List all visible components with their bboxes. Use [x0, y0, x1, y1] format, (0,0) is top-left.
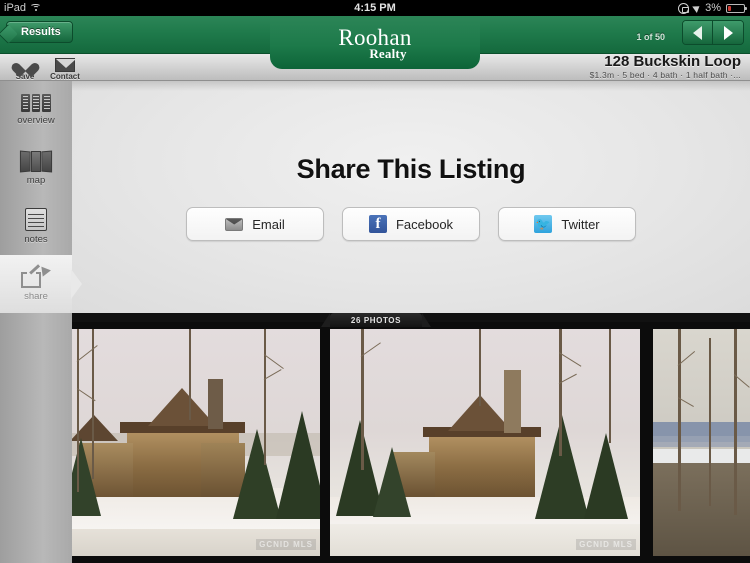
logo-secondary-text: Realty [369, 46, 407, 62]
photo-watermark: GCNID MLS [256, 539, 316, 550]
share-arrow-icon [21, 264, 52, 288]
envelope-icon [55, 58, 76, 72]
battery-percent-label: 3% [705, 2, 721, 14]
sidebar-label-map: map [26, 174, 46, 186]
mail-icon [225, 217, 244, 231]
share-email-button[interactable]: Email [186, 207, 324, 241]
sidebar-label-share: share [24, 291, 48, 302]
listing-counter: 1 of 50 [636, 32, 665, 42]
listing-address: 128 Buckskin Loop [604, 53, 741, 70]
previous-listing-button[interactable] [683, 21, 713, 44]
location-arrow-icon [692, 3, 702, 13]
contact-button-label: Contact [50, 72, 80, 81]
listing-sidebar-tabs: overview map notes share [0, 81, 82, 563]
map-icon [19, 150, 53, 172]
listing-address-block: 128 Buckskin Loop $1.3m · 5 bed · 4 bath… [589, 53, 741, 81]
listing-details: $1.3m · 5 bed · 4 bath · 1 half bath ·..… [589, 70, 741, 80]
photo-thumbnail[interactable] [653, 329, 750, 556]
sidebar-item-overview[interactable]: overview [0, 81, 72, 139]
status-bar-right: 3% [678, 2, 747, 14]
share-facebook-label: Facebook [395, 216, 454, 232]
photo-count-tab[interactable]: 26 PHOTOS [321, 313, 431, 327]
share-facebook-button[interactable]: f Facebook [342, 207, 480, 241]
results-back-button[interactable]: Results [6, 21, 73, 43]
photo-watermark: GCNID MLS [576, 539, 636, 550]
chevron-right-icon [723, 25, 733, 40]
sidebar-item-map[interactable]: map [0, 139, 72, 197]
heart-icon [17, 57, 34, 72]
sidebar-label-notes: notes [24, 233, 48, 245]
twitter-bird-icon [534, 215, 553, 233]
battery-icon [726, 3, 747, 13]
status-bar-clock: 4:15 PM [354, 2, 396, 14]
sidebar-label-overview: overview [17, 115, 55, 126]
save-button[interactable]: Save [4, 55, 46, 81]
photo-strip[interactable]: GCNID MLS GCNID MLS [0, 322, 750, 563]
share-panel: Share This Listing Email f Facebook Twit… [72, 81, 750, 313]
sidebar-item-notes[interactable]: notes [0, 197, 72, 255]
ios-status-bar: iPad 4:15 PM 3% [0, 0, 750, 16]
facebook-icon: f [368, 215, 387, 233]
columns-icon [21, 94, 52, 112]
notepad-icon [25, 207, 47, 231]
rotation-lock-icon [678, 2, 690, 14]
contact-button[interactable]: Contact [44, 55, 86, 81]
share-twitter-label: Twitter [561, 216, 600, 232]
photo-thumbnail[interactable]: GCNID MLS [330, 329, 640, 556]
chevron-left-icon [693, 25, 702, 40]
roohan-realty-logo: Roohan Realty [270, 16, 480, 69]
sidebar-item-share[interactable]: share [0, 255, 82, 313]
logo-primary-text: Roohan [338, 24, 412, 50]
ipad-app-window: iPad 4:15 PM 3% Results 1 of 50 Roohan R… [0, 0, 750, 563]
share-email-label: Email [252, 216, 285, 232]
share-options-row: Email f Facebook Twitter [72, 207, 750, 241]
next-listing-button[interactable] [713, 21, 743, 44]
results-back-label: Results [21, 26, 61, 38]
page-title: Share This Listing [296, 154, 526, 184]
share-twitter-button[interactable]: Twitter [498, 207, 636, 241]
listing-pager[interactable] [682, 20, 744, 45]
